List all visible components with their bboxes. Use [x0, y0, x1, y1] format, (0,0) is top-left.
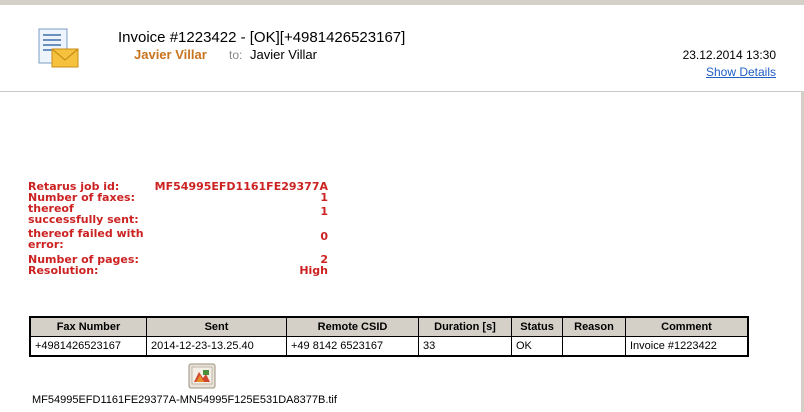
report-resolution-row: Resolution: High: [28, 265, 328, 276]
cell-status: OK: [511, 336, 563, 357]
column-header-fax-number: Fax Number: [29, 316, 147, 337]
column-header-comment: Comment: [625, 316, 749, 337]
report-value: 1: [320, 191, 328, 204]
cell-remote-csid: +49 8142 6523167: [286, 336, 419, 357]
column-header-duration: Duration [s]: [418, 316, 512, 337]
tif-image-icon[interactable]: [188, 363, 216, 389]
report-label: Resolution:: [28, 264, 99, 277]
report-value: 0: [320, 230, 328, 243]
cell-reason: [562, 336, 626, 357]
report-value: High: [299, 264, 328, 277]
envelope-document-icon: [36, 27, 82, 73]
sender-name[interactable]: Javier Villar: [134, 47, 207, 62]
column-header-sent: Sent: [146, 316, 287, 337]
cell-comment: Invoice #1223422: [625, 336, 749, 357]
message-date: 23.12.2014 13:30: [682, 48, 776, 62]
recipient-label: to:: [229, 48, 243, 62]
cell-duration: 33: [418, 336, 512, 357]
report-failed-row: thereof failed with error: 0: [28, 228, 328, 250]
report-label: successfully sent:: [28, 213, 139, 226]
attachment-filename[interactable]: MF54995EFD1161FE29377A-MN54995F125E531DA…: [32, 394, 337, 406]
report-value: MF54995EFD1161FE29377A: [154, 180, 328, 193]
report-label: error:: [28, 238, 64, 251]
cell-fax-number: +4981426523167: [29, 336, 147, 357]
report-sent-row: thereof successfully sent: 1: [28, 203, 328, 225]
fax-details-table: Fax Number Sent Remote CSID Duration [s]…: [29, 316, 749, 357]
show-details-link[interactable]: Show Details: [706, 65, 776, 79]
fax-report: Retarus job id: MF54995EFD1161FE29377A N…: [28, 177, 328, 276]
message-subject: Invoice #1223422 - [OK][+4981426523167]: [118, 29, 406, 46]
column-header-remote-csid: Remote CSID: [286, 316, 419, 337]
recipient-name[interactable]: Javier Villar: [250, 47, 317, 62]
table-header-row: Fax Number Sent Remote CSID Duration [s]…: [29, 316, 749, 337]
column-header-status: Status: [511, 316, 563, 337]
table-row: +4981426523167 2014-12-23-13.25.40 +49 8…: [29, 336, 749, 357]
column-header-reason: Reason: [562, 316, 626, 337]
report-value: 1: [320, 205, 328, 218]
cell-sent: 2014-12-23-13.25.40: [146, 336, 287, 357]
message-header: Invoice #1223422 - [OK][+4981426523167] …: [0, 5, 804, 92]
